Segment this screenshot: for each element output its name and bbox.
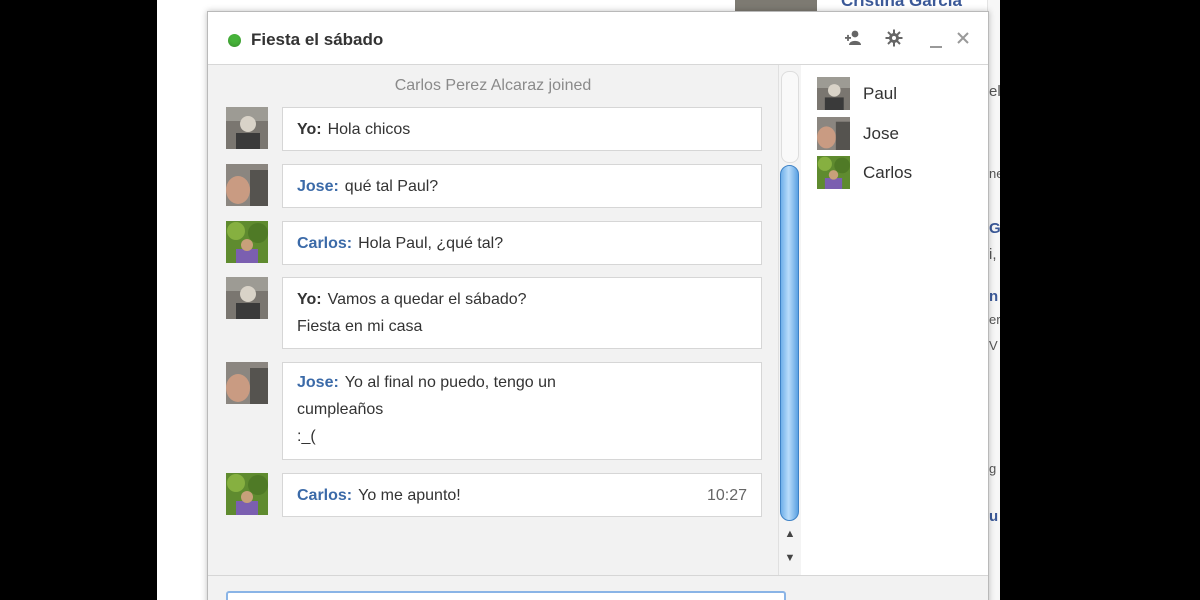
- message-bubble: Carlos: Yo me apunto! 10:27: [282, 473, 762, 517]
- participant-name: Paul: [863, 84, 898, 103]
- chat-title[interactable]: Fiesta el sábado: [251, 30, 383, 50]
- group-chat-window: Fiesta el sábado Carlos Perez Alcaraz jo…: [207, 11, 989, 600]
- participant-item[interactable]: Carlos: [817, 156, 977, 190]
- participant-name: Carlos: [863, 163, 913, 182]
- message-scrollbar[interactable]: ▲ ▼: [778, 65, 801, 575]
- avatar-carlos[interactable]: [226, 473, 268, 515]
- message-text: Vamos a quedar el sábado?: [327, 291, 527, 308]
- message-bubble: Jose: qué tal Paul?: [282, 164, 762, 208]
- scrollbar-thumb[interactable]: [780, 165, 799, 521]
- join-notice: Carlos Perez Alcaraz joined: [394, 77, 592, 94]
- message-sender[interactable]: Carlos:: [297, 235, 352, 252]
- background-link-fragment[interactable]: G: [989, 220, 1000, 237]
- participant-avatar: [817, 117, 850, 150]
- background-text-fragment: g: [989, 461, 997, 476]
- avatar-jose[interactable]: [226, 164, 268, 206]
- participant-avatar: [817, 156, 850, 189]
- avatar-yo[interactable]: [226, 107, 268, 149]
- chat-header: Fiesta el sábado: [208, 12, 988, 65]
- scrollbar-track[interactable]: [781, 71, 799, 163]
- background-text-fragment: er: [989, 312, 1000, 327]
- message-sender: Yo:: [297, 121, 322, 138]
- participant-item[interactable]: Paul: [817, 77, 977, 111]
- participant-name: Jose: [863, 124, 899, 143]
- message-list: Carlos Perez Alcaraz joined Yo: Hola chic…: [208, 65, 778, 575]
- background-page: Cristina Garcia el ne G i, n er V g u Fi…: [157, 0, 1000, 600]
- message-text: Fiesta en mi casa: [297, 318, 423, 335]
- gear-icon[interactable]: [884, 28, 904, 48]
- message-timestamp: 10:27: [706, 487, 747, 504]
- message-sender[interactable]: Jose:: [297, 178, 339, 195]
- message-sender: Yo:: [297, 291, 322, 308]
- message-text: Yo me apunto!: [358, 487, 461, 504]
- background-text-fragment: V: [989, 338, 998, 353]
- background-text-fragment: ne: [989, 166, 1000, 181]
- message-bubble: Yo: Vamos a quedar el sábado? Fiesta en m…: [282, 277, 762, 349]
- background-link-fragment[interactable]: u: [989, 508, 998, 525]
- scroll-up-arrow-icon[interactable]: ▲: [783, 527, 797, 541]
- participant-item[interactable]: Jose: [817, 117, 977, 151]
- background-text-fragment: i,: [989, 246, 997, 263]
- avatar-carlos[interactable]: [226, 221, 268, 263]
- participant-list: Paul Jose Carlos: [801, 65, 988, 575]
- avatar-yo[interactable]: [226, 277, 268, 319]
- message-text: Hola Paul, ¿qué tal?: [358, 235, 504, 252]
- composer-area: [208, 575, 988, 600]
- avatar-jose[interactable]: [226, 362, 268, 404]
- message-bubble: Carlos: Hola Paul, ¿qué tal?: [282, 221, 762, 265]
- message-bubble: Jose: Yo al final no puedo, tengo un cump…: [282, 362, 762, 460]
- background-link-fragment[interactable]: n: [989, 288, 998, 305]
- minimize-icon[interactable]: [926, 32, 946, 52]
- message-text: Yo al final no puedo, tengo un: [344, 374, 556, 391]
- message-text: Hola chicos: [327, 121, 411, 138]
- message-input[interactable]: [226, 591, 786, 600]
- background-left-strip: [157, 0, 205, 600]
- background-text-fragment: el: [989, 83, 1000, 100]
- add-person-icon[interactable]: [844, 28, 864, 48]
- online-status-dot: [228, 34, 241, 47]
- scroll-down-arrow-icon[interactable]: ▼: [783, 551, 797, 565]
- message-sender[interactable]: Jose:: [297, 374, 339, 391]
- message-text: :_(: [297, 428, 316, 445]
- participant-avatar: [817, 77, 850, 110]
- close-icon[interactable]: [953, 28, 973, 48]
- message-text: qué tal Paul?: [344, 178, 439, 195]
- background-profile-name[interactable]: Cristina Garcia: [841, 0, 962, 11]
- message-bubble: Yo: Hola chicos: [282, 107, 762, 151]
- message-text: cumpleaños: [297, 401, 384, 418]
- message-sender[interactable]: Carlos:: [297, 487, 352, 504]
